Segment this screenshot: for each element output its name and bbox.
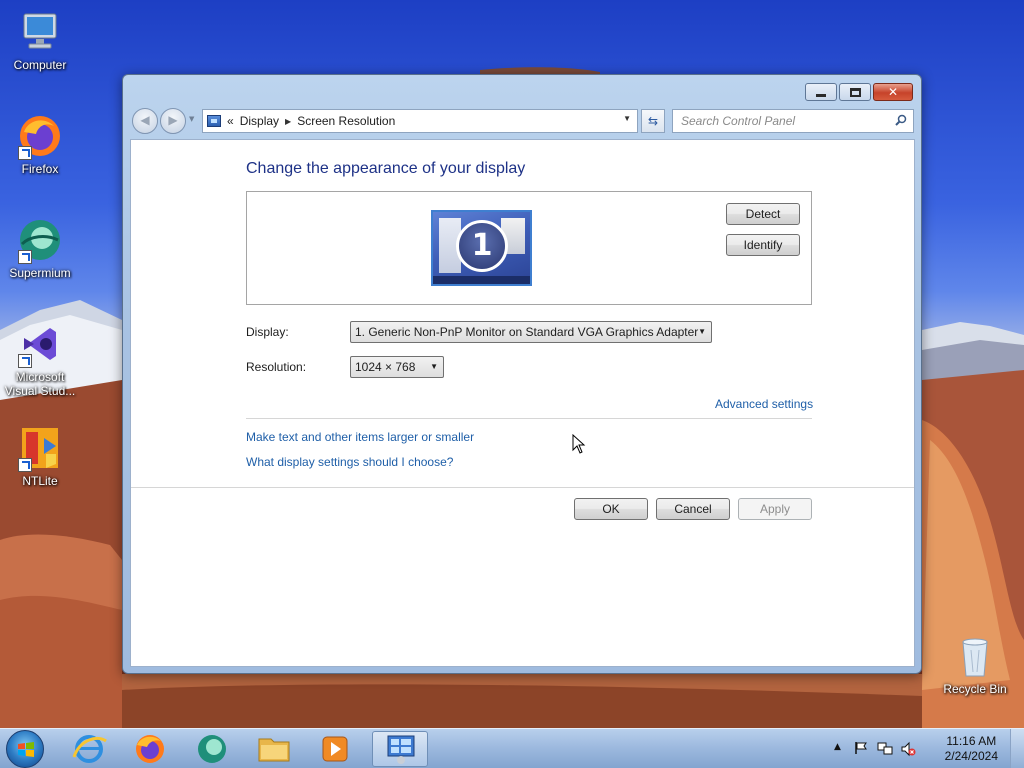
network-icon[interactable]: [877, 741, 893, 757]
taskbar-internet-explorer[interactable]: [64, 731, 114, 767]
address-bar[interactable]: « Display ▶ Screen Resolution ▼: [202, 109, 638, 133]
breadcrumb-separator-icon[interactable]: ▶: [285, 117, 291, 126]
notification-area: ▲ 11:16 AM 2/24/2024: [834, 729, 1024, 768]
page-title: Change the appearance of your display: [246, 160, 526, 177]
monitor-number: 1: [456, 220, 508, 272]
desktop-icon-computer[interactable]: Computer: [1, 8, 79, 72]
refresh-button[interactable]: ⇆: [641, 109, 665, 133]
taskbar-file-explorer[interactable]: [249, 731, 299, 767]
divider: [131, 487, 914, 488]
search-placeholder: Search Control Panel: [681, 114, 796, 128]
breadcrumb-screen-resolution[interactable]: Screen Resolution: [297, 114, 395, 128]
desktop-icon-label: NTLite: [22, 474, 58, 488]
chevron-down-icon: ▼: [698, 327, 706, 336]
chevron-down-icon: ▼: [430, 362, 438, 371]
window-caption-buttons: ✕: [805, 83, 913, 101]
volume-muted-icon[interactable]: [900, 741, 916, 757]
desktop-icon-firefox[interactable]: Firefox: [1, 112, 79, 176]
desktop-icon-recycle-bin[interactable]: Recycle Bin: [936, 632, 1014, 696]
mouse-cursor-icon: [572, 434, 586, 454]
taskbar-media-player[interactable]: [310, 731, 360, 767]
supermium-icon: [16, 216, 64, 264]
search-input[interactable]: Search Control Panel: [672, 109, 914, 133]
refresh-icon: ⇆: [647, 114, 659, 128]
navigation-bar: ◀ ▶ ▼ « Display ▶ Screen Resolution ▼ ⇆ …: [131, 107, 915, 134]
desktop-icon-label: Recycle Bin: [943, 682, 1007, 696]
recent-pages-dropdown[interactable]: ▼: [189, 115, 197, 123]
supermium-icon: [198, 735, 226, 763]
media-player-icon: [322, 736, 348, 762]
display-label: Display:: [246, 325, 289, 339]
display-settings-icon: [387, 735, 415, 764]
maximize-button[interactable]: [839, 83, 871, 101]
monitor-1-preview[interactable]: 1: [431, 210, 532, 286]
folder-icon: [258, 738, 290, 762]
ok-button[interactable]: OK: [574, 498, 648, 520]
desktop-icon-supermium[interactable]: Supermium: [1, 216, 79, 280]
screen-resolution-window: ✕ ◀ ▶ ▼ « Display ▶ Screen Resolution ▼ …: [122, 74, 922, 674]
display-select[interactable]: 1. Generic Non-PnP Monitor on Standard V…: [350, 321, 712, 343]
address-dropdown-icon[interactable]: ▼: [623, 114, 631, 123]
action-center-flag-icon[interactable]: [854, 741, 868, 755]
text-size-link[interactable]: Make text and other items larger or smal…: [246, 430, 474, 444]
breadcrumb-overflow[interactable]: «: [227, 114, 234, 128]
monitor-taskbar-graphic: [433, 276, 530, 284]
recycle-bin-icon: [951, 632, 999, 680]
advanced-settings-link[interactable]: Advanced settings: [715, 397, 813, 411]
taskbar-control-panel[interactable]: [372, 731, 428, 767]
identify-button[interactable]: Identify: [726, 234, 800, 256]
maximize-icon: [850, 88, 861, 97]
minimize-button[interactable]: [805, 83, 837, 101]
display-select-value: 1. Generic Non-PnP Monitor on Standard V…: [355, 325, 699, 339]
desktop-icon-visual-studio[interactable]: Microsoft Visual Stud...: [1, 320, 79, 398]
windows-logo-icon: [18, 742, 34, 757]
clock-date: 2/24/2024: [944, 749, 998, 763]
resolution-select-value: 1024 × 768: [355, 360, 416, 374]
desktop-icon-label: Firefox: [21, 162, 59, 176]
firefox-icon: [136, 735, 164, 763]
resolution-label: Resolution:: [246, 360, 307, 374]
taskbar: ▲ 11:16 AM 2/24/2024: [0, 728, 1024, 768]
visual-studio-icon: [16, 320, 64, 368]
shortcut-arrow-icon: [18, 458, 32, 472]
computer-icon: [16, 8, 64, 56]
show-desktop-button[interactable]: [1010, 729, 1024, 768]
cancel-button[interactable]: Cancel: [656, 498, 730, 520]
taskbar-supermium[interactable]: [187, 731, 237, 767]
detect-button[interactable]: Detect: [726, 203, 800, 225]
shortcut-arrow-icon: [18, 146, 32, 160]
control-panel-icon: [207, 115, 221, 127]
internet-explorer-icon: [72, 735, 107, 763]
divider: [246, 418, 812, 419]
desktop-icon-label: Microsoft Visual Stud...: [4, 370, 76, 398]
forward-button[interactable]: ▶: [160, 108, 186, 134]
system-clock[interactable]: 11:16 AM 2/24/2024: [945, 734, 998, 764]
taskbar-firefox[interactable]: [125, 731, 175, 767]
apply-button[interactable]: Apply: [738, 498, 812, 520]
clock-time: 11:16 AM: [946, 734, 997, 748]
close-button[interactable]: ✕: [873, 83, 913, 101]
ntlite-icon: [16, 424, 64, 472]
minimize-icon: [816, 94, 826, 97]
display-help-link[interactable]: What display settings should I choose?: [246, 455, 453, 469]
desktop-icon-label: Computer: [13, 58, 67, 72]
shortcut-arrow-icon: [18, 250, 32, 264]
breadcrumb-display[interactable]: Display: [240, 114, 279, 128]
close-icon: ✕: [887, 85, 899, 99]
content-pane: Change the appearance of your display 1 …: [130, 139, 915, 667]
firefox-icon: [16, 112, 64, 160]
start-button[interactable]: [6, 730, 44, 768]
forward-arrow-icon: ▶: [168, 113, 178, 127]
desktop-icon-ntlite[interactable]: NTLite: [1, 424, 79, 488]
show-hidden-icons-chevron-icon[interactable]: ▲: [834, 742, 841, 752]
display-preview: 1 Detect Identify: [246, 191, 812, 305]
resolution-select[interactable]: 1024 × 768 ▼: [350, 356, 444, 378]
search-icon[interactable]: [895, 114, 907, 126]
desktop-icon-label: Supermium: [9, 266, 71, 280]
back-button[interactable]: ◀: [132, 108, 158, 134]
back-arrow-icon: ◀: [140, 113, 150, 127]
shortcut-arrow-icon: [18, 354, 32, 368]
